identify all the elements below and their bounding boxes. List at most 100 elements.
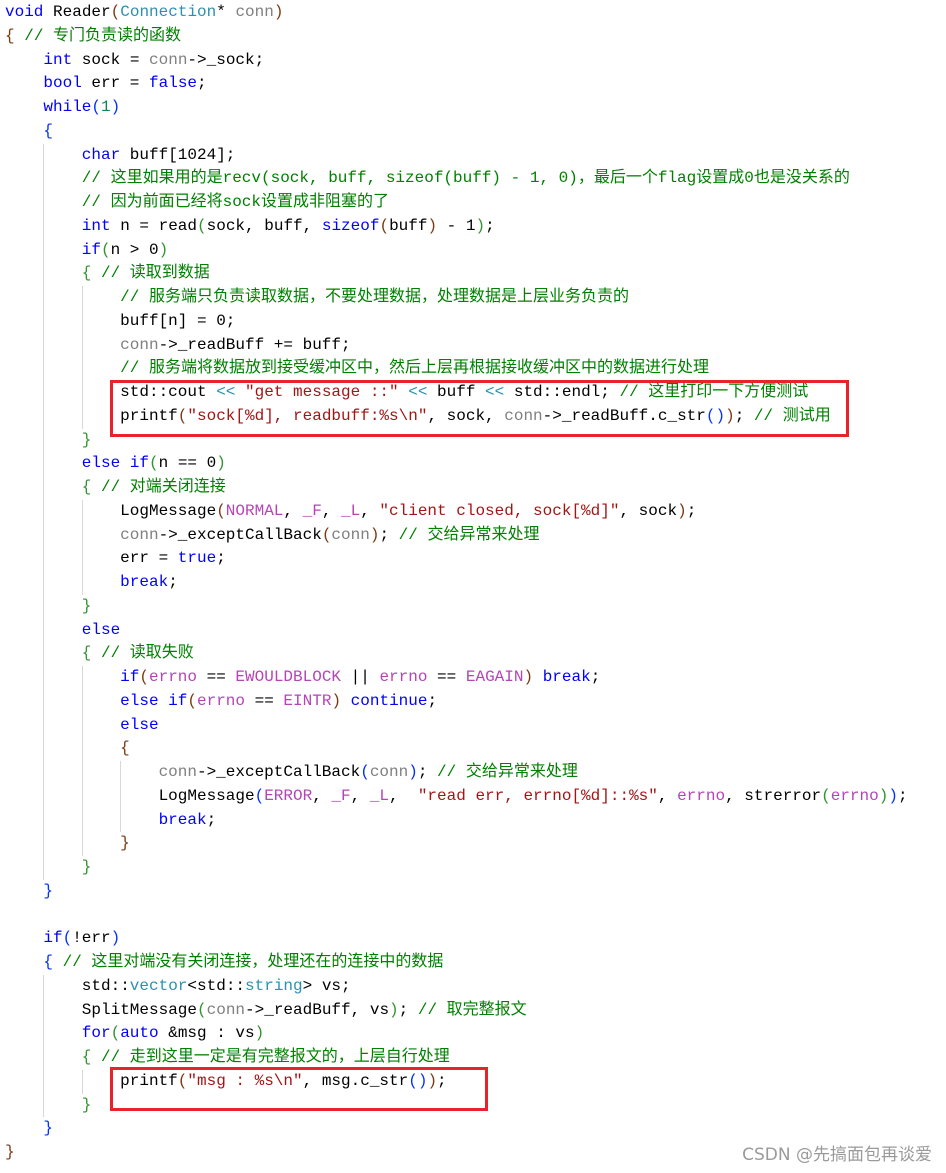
code-token: conn — [120, 525, 159, 544]
code-token: LogMessage — [120, 501, 217, 520]
code-token: if — [81, 240, 101, 259]
code-token: // 因为前面已经将sock设置成非阻塞的了 — [81, 193, 389, 211]
indent-guide — [81, 737, 120, 761]
code-token: } — [5, 1143, 15, 1161]
indent-guide — [5, 215, 43, 239]
indent-guide — [43, 784, 81, 809]
code-token: ->_readBuff += buff; — [158, 335, 351, 354]
code-token: } — [81, 430, 92, 449]
indent-guide — [5, 737, 43, 761]
code-token: ( — [254, 786, 265, 805]
code-token: // 读取到数据 — [91, 264, 210, 283]
code-token: EAGAIN — [465, 668, 524, 686]
code-token: } — [43, 1119, 53, 1138]
code-token: ) — [878, 786, 889, 805]
code-token: ( — [321, 525, 332, 544]
code-token: ( — [110, 3, 121, 21]
code-token: == — [245, 691, 284, 710]
code-token: "read err, errno[%d]::%s" — [417, 786, 658, 805]
code-token: buff[n] = 0; — [120, 311, 236, 330]
indent-guide — [5, 1046, 43, 1070]
code-token: <std:: — [187, 976, 246, 995]
indent-guide — [81, 309, 120, 334]
code-token: || — [341, 668, 380, 686]
code-token: { — [81, 264, 92, 283]
code-token: ERROR — [264, 786, 313, 805]
indent-guide — [5, 927, 43, 951]
code-token: , — [360, 501, 380, 520]
code-token: ( — [197, 1000, 207, 1019]
indent-guide — [43, 1022, 81, 1046]
code-token: 1 — [101, 98, 111, 116]
code-line: // 服务端只负责读取数据，不要处理数据，处理数据是上层业务负责的 — [5, 286, 908, 310]
code-token: ; — [206, 810, 217, 829]
code-line: break; — [5, 571, 908, 595]
code-token: ; — [427, 691, 438, 710]
code-token: string — [245, 976, 303, 995]
code-token: break — [542, 668, 591, 686]
code-line: { // 读取失败 — [5, 642, 908, 666]
code-token: else if — [120, 691, 188, 710]
indent-guide — [5, 619, 43, 643]
indent-guide — [5, 1070, 43, 1094]
indent-guide — [5, 357, 43, 381]
code-token: ->_readBuff, vs — [245, 1000, 390, 1019]
code-token: ->_sock; — [187, 50, 265, 69]
code-token: > vs; — [302, 976, 351, 995]
indent-guide — [5, 999, 43, 1023]
indent-guide — [43, 761, 81, 785]
code-line: } — [5, 856, 908, 880]
watermark: CSDN @先搞面包再谈爱 — [742, 1145, 932, 1165]
code-token: { — [81, 644, 92, 663]
code-token: , — [312, 786, 332, 805]
highlight-box-msg-printf — [110, 1067, 488, 1111]
code-line: while(1) — [5, 96, 908, 120]
code-token: else if — [81, 454, 149, 473]
code-token: ( — [110, 1024, 121, 1043]
code-line: break; — [5, 808, 908, 833]
indent-guide — [81, 357, 120, 381]
code-token: n > 0 — [110, 240, 159, 259]
code-token: ->_exceptCallBack — [196, 763, 361, 781]
code-token: errno — [379, 668, 428, 686]
code-token: for — [81, 1024, 111, 1043]
indent-guide — [43, 1046, 81, 1070]
indent-guide — [81, 333, 120, 358]
indent-guide — [5, 880, 43, 904]
code-token: ; — [197, 74, 207, 93]
code-token: !err — [72, 929, 111, 948]
indent-guide — [5, 452, 43, 476]
code-token: ; — [168, 573, 178, 591]
code-token: ( — [197, 216, 207, 235]
indent-guide — [5, 49, 43, 73]
code-token: ( — [216, 501, 226, 520]
code-token: { — [5, 26, 15, 45]
indent-guide — [5, 714, 43, 738]
code-token: sock = — [72, 50, 150, 69]
indent-guide — [81, 547, 120, 571]
code-token: // 服务端只负责读取数据，不要处理数据，处理数据是上层业务负责的 — [120, 288, 629, 306]
indent-guide — [43, 499, 81, 524]
code-token: ) — [369, 525, 380, 544]
indent-guide — [5, 809, 43, 833]
code-token: // 这里如果用的是recv(sock, buff, sizeof(buff) … — [81, 169, 850, 188]
code-token: Connection — [120, 3, 217, 21]
code-line: int sock = conn ->_sock; — [5, 49, 908, 73]
indent-guide — [5, 144, 43, 168]
code-line: if(!err) — [5, 927, 908, 951]
code-token: void — [5, 3, 44, 21]
code-line: { — [5, 737, 908, 761]
indent-guide — [5, 666, 43, 690]
code-line: if(errno == EWOULDBLOCK || errno == EAGA… — [5, 666, 908, 690]
code-token: // 这里对端没有关闭连接，处理还在的连接中的数据 — [53, 953, 444, 971]
code-token: - 1 — [437, 216, 476, 235]
code-token: { — [43, 121, 53, 140]
indent-guide — [120, 761, 158, 785]
code-line: bool err = false; — [5, 72, 908, 96]
indent-guide — [43, 618, 81, 643]
code-token: _L — [369, 786, 390, 805]
code-token: // 交给异常来处理 — [437, 763, 578, 781]
indent-guide — [43, 856, 81, 880]
code-token: break — [158, 810, 207, 829]
code-token: } — [81, 1095, 92, 1114]
